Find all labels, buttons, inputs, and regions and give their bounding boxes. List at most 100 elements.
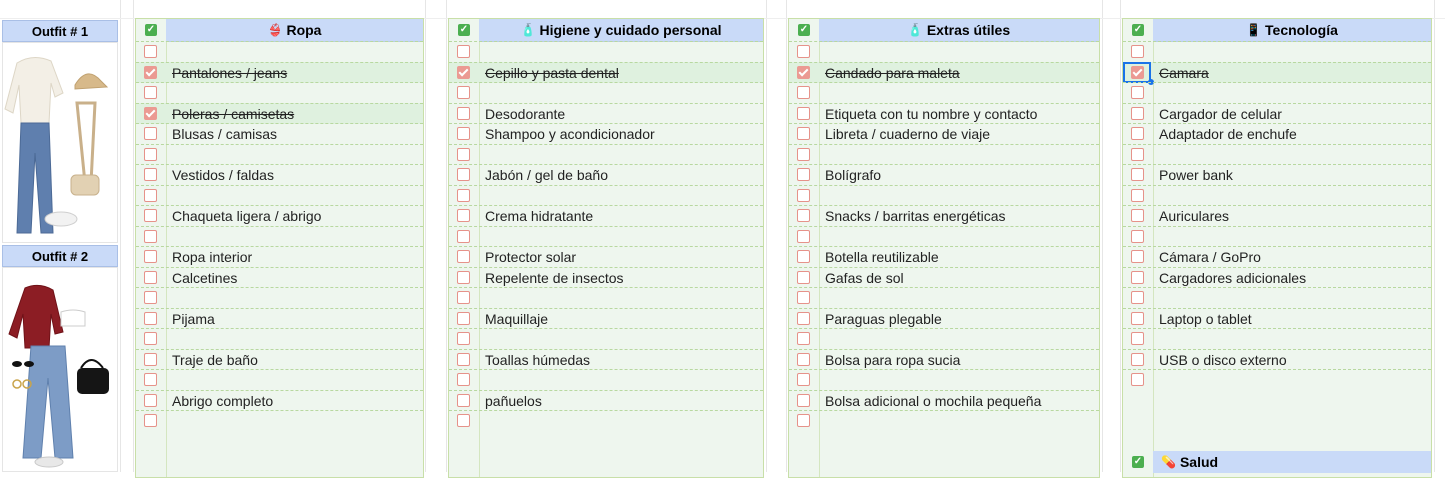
checkbox[interactable] <box>797 373 810 386</box>
item-label[interactable]: Power bank <box>1159 167 1233 183</box>
checkbox[interactable] <box>797 127 810 140</box>
item-label[interactable]: Desodorante <box>485 106 565 122</box>
checkbox[interactable] <box>144 332 157 345</box>
item-label[interactable]: Laptop o tablet <box>1159 311 1252 327</box>
checkbox[interactable] <box>457 107 470 120</box>
checkbox[interactable] <box>457 250 470 263</box>
item-label[interactable]: Blusas / camisas <box>172 126 277 142</box>
checkbox[interactable] <box>457 168 470 181</box>
checkbox[interactable] <box>797 86 810 99</box>
checkbox[interactable] <box>1131 250 1144 263</box>
checkbox[interactable] <box>457 312 470 325</box>
checkbox[interactable] <box>144 148 157 161</box>
item-label[interactable]: Repelente de insectos <box>485 270 624 286</box>
checkbox[interactable] <box>457 148 470 161</box>
item-label[interactable]: Bolígrafo <box>825 167 881 183</box>
checkbox[interactable] <box>1131 332 1144 345</box>
item-label[interactable]: Cámara / GoPro <box>1159 249 1261 265</box>
checkbox[interactable] <box>144 127 157 140</box>
checkbox[interactable] <box>797 148 810 161</box>
checkbox[interactable] <box>797 66 810 79</box>
checkbox[interactable] <box>144 209 157 222</box>
item-label[interactable]: Shampoo y acondicionador <box>485 126 655 142</box>
checkbox[interactable] <box>144 394 157 407</box>
item-label[interactable]: Camara <box>1159 65 1209 81</box>
checkbox[interactable] <box>144 271 157 284</box>
checkbox[interactable] <box>1131 353 1144 366</box>
item-label[interactable]: pañuelos <box>485 393 542 409</box>
checkbox[interactable] <box>1131 291 1144 304</box>
item-label[interactable]: Ropa interior <box>172 249 252 265</box>
checkbox[interactable] <box>457 209 470 222</box>
checkbox[interactable] <box>457 332 470 345</box>
checkbox[interactable] <box>457 189 470 202</box>
checkbox[interactable] <box>457 414 470 427</box>
checkbox[interactable] <box>1131 148 1144 161</box>
checkbox[interactable] <box>1131 230 1144 243</box>
checkbox[interactable] <box>797 107 810 120</box>
checkbox[interactable] <box>797 168 810 181</box>
header-checkbox-icon[interactable]: ✓ <box>798 24 810 36</box>
checkbox[interactable] <box>457 127 470 140</box>
item-label[interactable]: Protector solar <box>485 249 576 265</box>
checkbox[interactable] <box>144 45 157 58</box>
checkbox[interactable] <box>1131 189 1144 202</box>
checkbox[interactable] <box>144 353 157 366</box>
item-label[interactable]: Candado para maleta <box>825 65 960 81</box>
checkbox[interactable] <box>144 86 157 99</box>
checkbox[interactable] <box>797 230 810 243</box>
checkbox[interactable] <box>457 230 470 243</box>
checkbox[interactable] <box>797 353 810 366</box>
checkbox[interactable] <box>144 168 157 181</box>
checkbox[interactable] <box>144 250 157 263</box>
checkbox[interactable] <box>797 189 810 202</box>
item-label[interactable]: Poleras / camisetas <box>172 106 294 122</box>
checkbox[interactable] <box>144 189 157 202</box>
item-label[interactable]: Bolsa adicional o mochila pequeña <box>825 393 1041 409</box>
checkbox[interactable] <box>1131 168 1144 181</box>
item-label[interactable]: Paraguas plegable <box>825 311 942 327</box>
checkbox[interactable] <box>797 414 810 427</box>
item-label[interactable]: Bolsa para ropa sucia <box>825 352 960 368</box>
item-label[interactable]: Snacks / barritas energéticas <box>825 208 1006 224</box>
checkbox[interactable] <box>144 373 157 386</box>
checkbox[interactable] <box>1131 312 1144 325</box>
item-label[interactable]: USB o disco externo <box>1159 352 1287 368</box>
item-label[interactable]: Botella reutilizable <box>825 249 939 265</box>
checkbox[interactable] <box>457 394 470 407</box>
checkbox[interactable] <box>1131 127 1144 140</box>
item-label[interactable]: Jabón / gel de baño <box>485 167 608 183</box>
checkbox[interactable] <box>457 291 470 304</box>
checkbox[interactable] <box>457 66 470 79</box>
item-label[interactable]: Pijama <box>172 311 215 327</box>
checkbox[interactable] <box>1131 373 1144 386</box>
checkbox[interactable] <box>144 291 157 304</box>
header-checkbox-icon[interactable]: ✓ <box>1132 24 1144 36</box>
checkbox[interactable] <box>1131 86 1144 99</box>
item-label[interactable]: Libreta / cuaderno de viaje <box>825 126 990 142</box>
checkbox[interactable] <box>1131 209 1144 222</box>
item-label[interactable]: Cepillo y pasta dental <box>485 65 619 81</box>
checkbox[interactable] <box>797 45 810 58</box>
checkbox[interactable] <box>457 271 470 284</box>
item-label[interactable]: Chaqueta ligera / abrigo <box>172 208 321 224</box>
checkbox[interactable] <box>457 86 470 99</box>
item-label[interactable]: Calcetines <box>172 270 237 286</box>
checkbox[interactable] <box>797 271 810 284</box>
checkbox[interactable] <box>797 250 810 263</box>
item-label[interactable]: Pantalones / jeans <box>172 65 287 81</box>
item-label[interactable]: Etiqueta con tu nombre y contacto <box>825 106 1037 122</box>
checkbox[interactable] <box>144 230 157 243</box>
checkbox[interactable] <box>1131 107 1144 120</box>
header-checkbox-icon[interactable]: ✓ <box>145 24 157 36</box>
item-label[interactable]: Abrigo completo <box>172 393 273 409</box>
item-label[interactable]: Adaptador de enchufe <box>1159 126 1297 142</box>
item-label[interactable]: Toallas húmedas <box>485 352 590 368</box>
checkbox[interactable] <box>144 414 157 427</box>
item-label[interactable]: Cargador de celular <box>1159 106 1282 122</box>
salud-checkbox-icon[interactable]: ✓ <box>1132 456 1144 468</box>
checkbox[interactable] <box>1131 271 1144 284</box>
checkbox[interactable] <box>144 312 157 325</box>
item-label[interactable]: Crema hidratante <box>485 208 593 224</box>
item-label[interactable]: Cargadores adicionales <box>1159 270 1306 286</box>
